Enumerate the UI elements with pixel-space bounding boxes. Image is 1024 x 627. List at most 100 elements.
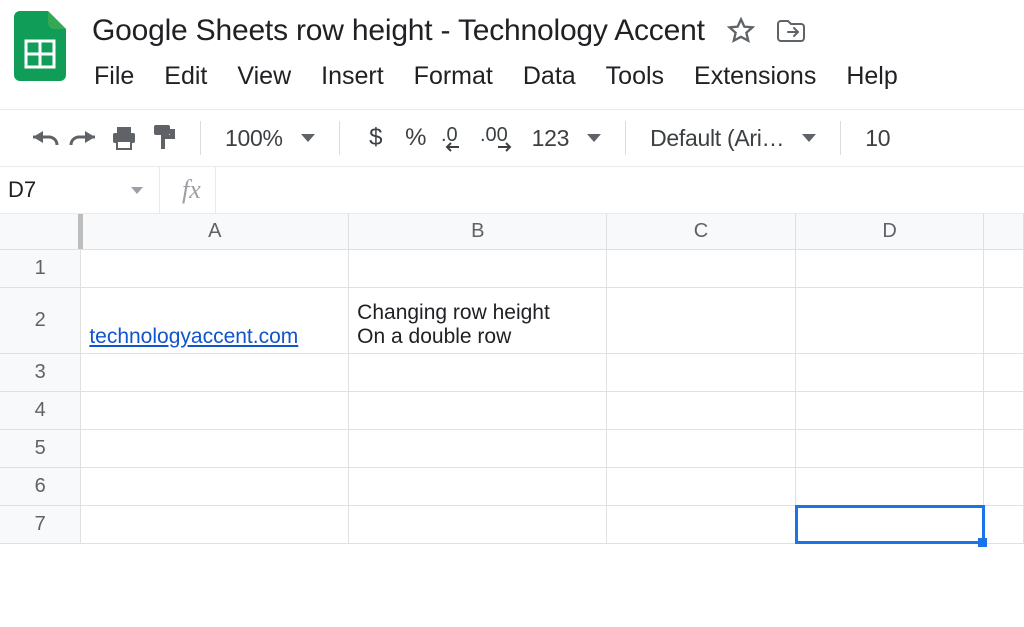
svg-text:.0: .0 xyxy=(441,124,458,146)
row-header[interactable]: 3 xyxy=(0,354,81,391)
menu-file[interactable]: File xyxy=(94,62,134,91)
cell[interactable] xyxy=(984,250,1024,287)
column-header[interactable]: C xyxy=(607,214,796,249)
row-header[interactable]: 6 xyxy=(0,468,81,505)
sheets-logo[interactable] xyxy=(14,10,66,82)
cell[interactable] xyxy=(81,468,349,505)
row-header[interactable]: 4 xyxy=(0,392,81,429)
percent-button[interactable]: % xyxy=(398,120,434,156)
select-all-corner[interactable] xyxy=(0,214,81,249)
name-box[interactable]: D7 xyxy=(0,167,160,213)
document-title[interactable]: Google Sheets row height - Technology Ac… xyxy=(92,10,705,48)
cell-link[interactable]: technologyaccent.com xyxy=(89,325,298,349)
grid-row: 2 technologyaccent.com Changing row height… xyxy=(0,288,1024,354)
chevron-down-icon xyxy=(131,187,143,194)
cell[interactable] xyxy=(796,354,985,391)
grid-row: 4 xyxy=(0,392,1024,430)
chevron-down-icon xyxy=(301,134,315,142)
decrease-decimal-button[interactable]: .0 xyxy=(438,120,474,156)
zoom-select[interactable]: 100% xyxy=(219,120,321,156)
cell[interactable]: Changing row height On a double row xyxy=(349,288,607,353)
menu-format[interactable]: Format xyxy=(414,62,493,91)
column-header[interactable]: A xyxy=(81,214,349,249)
font-select[interactable]: Default (Ari… xyxy=(644,120,822,156)
menu-view[interactable]: View xyxy=(237,62,291,91)
font-size[interactable]: 10 xyxy=(859,120,896,156)
row-header[interactable]: 2 xyxy=(0,288,81,353)
toolbar: 100% $ % .0 .00 123 Default (Ari… 10 xyxy=(0,110,1024,166)
increase-decimal-button[interactable]: .00 xyxy=(478,120,522,156)
grid-row: 6 xyxy=(0,468,1024,506)
cell[interactable] xyxy=(607,250,796,287)
row-header[interactable]: 7 xyxy=(0,506,81,543)
spreadsheet-grid[interactable]: ABCD 12 technologyaccent.com Changing row … xyxy=(0,214,1024,544)
cell[interactable] xyxy=(607,354,796,391)
cell[interactable] xyxy=(796,506,985,543)
cell[interactable] xyxy=(984,430,1024,467)
cell[interactable] xyxy=(607,506,796,543)
grid-row: 7 xyxy=(0,506,1024,544)
cell[interactable] xyxy=(607,288,796,353)
menu-extensions[interactable]: Extensions xyxy=(694,62,816,91)
row-header[interactable]: 1 xyxy=(0,250,81,287)
separator xyxy=(840,121,841,155)
cell[interactable] xyxy=(81,354,349,391)
separator xyxy=(339,121,340,155)
svg-text:.00: .00 xyxy=(480,124,508,146)
name-box-value: D7 xyxy=(8,177,36,203)
column-header[interactable]: D xyxy=(796,214,985,249)
cell[interactable] xyxy=(607,392,796,429)
paint-format-button[interactable] xyxy=(146,120,182,156)
cell[interactable] xyxy=(81,250,349,287)
number-format-select[interactable]: 123 xyxy=(526,120,607,156)
title-area: Google Sheets row height - Technology Ac… xyxy=(92,10,1010,109)
move-icon[interactable] xyxy=(775,15,807,47)
column-header[interactable]: B xyxy=(349,214,607,249)
grid-row: 1 xyxy=(0,250,1024,288)
print-button[interactable] xyxy=(106,120,142,156)
zoom-value: 100% xyxy=(225,125,283,152)
grid-row: 5 xyxy=(0,430,1024,468)
chevron-down-icon xyxy=(587,134,601,142)
selection-handle[interactable] xyxy=(978,538,987,547)
undo-button[interactable] xyxy=(26,120,62,156)
cell[interactable] xyxy=(81,506,349,543)
cell[interactable] xyxy=(984,506,1024,543)
row-header[interactable]: 5 xyxy=(0,430,81,467)
menu-tools[interactable]: Tools xyxy=(606,62,664,91)
cell[interactable] xyxy=(607,430,796,467)
cell[interactable] xyxy=(81,430,349,467)
cell[interactable] xyxy=(81,392,349,429)
cell[interactable] xyxy=(984,288,1024,353)
cell[interactable] xyxy=(607,468,796,505)
menu-insert[interactable]: Insert xyxy=(321,62,384,91)
star-icon[interactable] xyxy=(725,15,757,47)
column-header[interactable] xyxy=(984,214,1024,249)
menu-data[interactable]: Data xyxy=(523,62,576,91)
separator xyxy=(625,121,626,155)
cell[interactable] xyxy=(796,288,985,353)
cell[interactable] xyxy=(984,354,1024,391)
cell[interactable] xyxy=(349,250,607,287)
cell[interactable] xyxy=(349,354,607,391)
cell[interactable] xyxy=(984,468,1024,505)
font-name: Default (Ari… xyxy=(650,125,784,152)
fx-icon: fx xyxy=(160,175,215,205)
cell[interactable] xyxy=(984,392,1024,429)
cell[interactable] xyxy=(349,392,607,429)
grid-row: 3 xyxy=(0,354,1024,392)
cell[interactable] xyxy=(349,430,607,467)
cell[interactable] xyxy=(796,430,985,467)
cell[interactable] xyxy=(796,392,985,429)
currency-button[interactable]: $ xyxy=(358,120,394,156)
column-headers: ABCD xyxy=(0,214,1024,250)
menu-help[interactable]: Help xyxy=(846,62,897,91)
cell[interactable]: technologyaccent.com xyxy=(81,288,349,353)
menu-edit[interactable]: Edit xyxy=(164,62,207,91)
cell[interactable] xyxy=(796,468,985,505)
cell[interactable] xyxy=(349,468,607,505)
redo-button[interactable] xyxy=(66,120,102,156)
cell[interactable] xyxy=(796,250,985,287)
cell[interactable] xyxy=(349,506,607,543)
formula-input[interactable] xyxy=(215,167,1024,213)
